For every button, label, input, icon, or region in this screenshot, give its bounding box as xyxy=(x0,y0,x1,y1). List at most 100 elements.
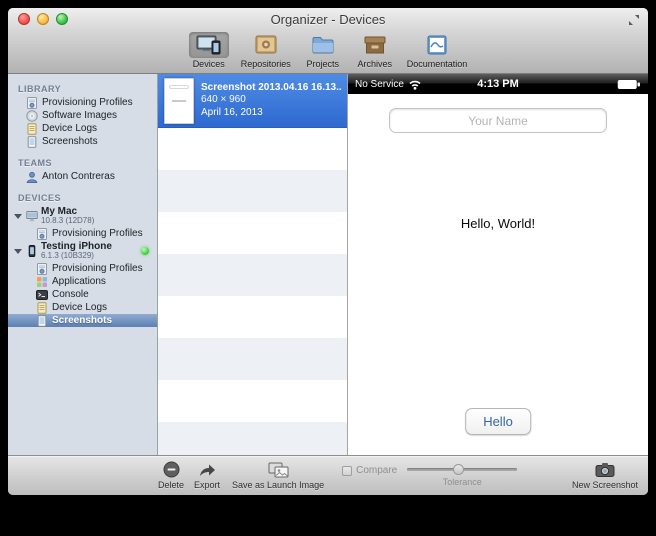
item-label: Software Images xyxy=(42,110,117,121)
minimize-button[interactable] xyxy=(37,13,49,25)
tolerance-label: Tolerance xyxy=(443,477,482,487)
sidebar-item-team-member[interactable]: Anton Contreras xyxy=(8,170,157,183)
toolbar-item-devices[interactable]: Devices xyxy=(184,32,234,69)
toolbar-item-documentation[interactable]: Documentation xyxy=(402,32,473,69)
sidebar-device-testing-iphone[interactable]: Testing iPhone 6.1.3 (10B329) xyxy=(8,240,157,262)
content-area: LIBRARY Provisioning Profiles Software I… xyxy=(8,74,648,455)
save-as-launch-image-button[interactable]: Save as Launch Image xyxy=(232,461,324,490)
zoom-button[interactable] xyxy=(56,13,68,25)
screenshots-icon xyxy=(26,136,38,148)
provisioning-profile-icon xyxy=(36,228,48,240)
item-label: Device Logs xyxy=(52,302,107,313)
traffic-lights xyxy=(18,13,68,25)
sidebar-item-mac-provisioning-profiles[interactable]: Provisioning Profiles xyxy=(8,227,157,240)
launch-image-icon xyxy=(268,462,289,478)
person-icon xyxy=(26,171,38,183)
teams-section: TEAMS Anton Contreras xyxy=(8,156,157,183)
sidebar-item-iphone-applications[interactable]: Applications xyxy=(8,275,157,288)
textfield-placeholder: Your Name xyxy=(468,114,528,128)
toolbar-item-archives[interactable]: Archives xyxy=(350,32,400,69)
sidebar-item-software-images[interactable]: Software Images xyxy=(8,109,157,122)
export-button[interactable]: Export xyxy=(194,461,220,490)
provisioning-profile-icon xyxy=(36,263,48,275)
close-button[interactable] xyxy=(18,13,30,25)
documentation-icon xyxy=(425,35,449,55)
screenshot-dimensions: 640 × 960 xyxy=(201,94,341,107)
device-version: 6.1.3 (10B329) xyxy=(41,252,112,261)
section-header-library: LIBRARY xyxy=(8,82,157,96)
sidebar: LIBRARY Provisioning Profiles Software I… xyxy=(8,74,158,455)
camera-icon xyxy=(595,462,615,478)
item-label: Screenshots xyxy=(52,315,112,326)
delete-icon xyxy=(163,461,180,478)
tolerance-control: Tolerance xyxy=(407,464,517,487)
section-header-devices: DEVICES xyxy=(8,191,157,205)
screenshot-list: Screenshot 2013.04.16 16.13.... 640 × 96… xyxy=(158,74,348,455)
mac-icon xyxy=(26,210,38,222)
screenshot-thumbnail xyxy=(164,78,194,124)
sidebar-item-provisioning-profiles[interactable]: Provisioning Profiles xyxy=(8,96,157,109)
applications-icon xyxy=(36,276,48,288)
provisioning-profile-icon xyxy=(26,97,38,109)
compare-checkbox[interactable] xyxy=(342,466,352,476)
device-logs-icon xyxy=(36,302,48,314)
list-empty-rows xyxy=(158,128,347,455)
titlebar: Organizer - Devices xyxy=(8,8,648,30)
sidebar-item-iphone-device-logs[interactable]: Device Logs xyxy=(8,301,157,314)
screenshots-icon xyxy=(36,315,48,327)
new-screenshot-button[interactable]: New Screenshot xyxy=(572,461,638,490)
battery-icon xyxy=(617,79,641,90)
item-label: Applications xyxy=(52,276,106,287)
sidebar-device-my-mac[interactable]: My Mac 10.8.3 (12D78) xyxy=(8,205,157,227)
toolbar-label: Archives xyxy=(357,59,392,69)
toolbar-label: Documentation xyxy=(407,59,468,69)
section-header-teams: TEAMS xyxy=(8,156,157,170)
devices-icon xyxy=(196,35,222,55)
sidebar-item-iphone-screenshots[interactable]: Screenshots xyxy=(8,314,157,327)
window-title: Organizer - Devices xyxy=(271,12,386,27)
tolerance-slider[interactable] xyxy=(407,464,517,475)
toolbar-label: Projects xyxy=(306,59,339,69)
iphone-icon xyxy=(26,245,38,257)
sidebar-item-iphone-console[interactable]: Console xyxy=(8,288,157,301)
main-toolbar: Devices Repositories Projects Archives D… xyxy=(8,30,648,74)
screenshot-title: Screenshot 2013.04.16 16.13.... xyxy=(201,82,341,95)
device-online-status-dot xyxy=(141,247,149,255)
archives-icon xyxy=(363,35,387,55)
device-version: 10.8.3 (12D78) xyxy=(41,217,94,226)
disclosure-triangle-icon[interactable] xyxy=(14,249,22,254)
item-label: Provisioning Profiles xyxy=(52,228,143,239)
console-icon xyxy=(36,289,48,301)
item-label: Provisioning Profiles xyxy=(42,97,133,108)
toolbar-label: Repositories xyxy=(241,59,291,69)
preview-hello-button: Hello xyxy=(465,408,531,435)
delete-button[interactable]: Delete xyxy=(158,461,184,490)
sidebar-item-iphone-provisioning-profiles[interactable]: Provisioning Profiles xyxy=(8,262,157,275)
screenshot-list-item[interactable]: Screenshot 2013.04.16 16.13.... 640 × 96… xyxy=(158,74,347,128)
toolbar-item-repositories[interactable]: Repositories xyxy=(236,32,296,69)
disclosure-triangle-icon[interactable] xyxy=(14,214,22,219)
preview-greeting-text: Hello, World! xyxy=(348,216,648,231)
organizer-window: Organizer - Devices Devices Repositories… xyxy=(8,8,648,495)
toolbar-label: Devices xyxy=(193,59,225,69)
devices-section: DEVICES My Mac 10.8.3 (12D78) Provisioni… xyxy=(8,191,157,327)
item-label: Anton Contreras xyxy=(42,171,115,182)
sidebar-item-device-logs[interactable]: Device Logs xyxy=(8,122,157,135)
toolbar-item-projects[interactable]: Projects xyxy=(298,32,348,69)
fullscreen-icon[interactable] xyxy=(628,13,640,25)
screenshot-date: April 16, 2013 xyxy=(201,107,341,120)
iphone-status-bar: No Service 4:13 PM xyxy=(348,74,648,94)
item-label: Screenshots xyxy=(42,136,98,147)
export-arrow-icon xyxy=(198,462,217,478)
screenshot-preview-pane: No Service 4:13 PM Your Name Hello, Worl… xyxy=(348,74,648,455)
compare-label: Compare xyxy=(356,465,397,476)
device-logs-icon xyxy=(26,123,38,135)
sidebar-item-screenshots[interactable]: Screenshots xyxy=(8,135,157,148)
item-label: Console xyxy=(52,289,89,300)
compare-control: Compare xyxy=(342,465,397,476)
slider-knob[interactable] xyxy=(453,464,464,475)
bottom-toolbar: Delete Export Save as Launch Image Compa… xyxy=(8,455,648,495)
repositories-icon xyxy=(254,35,278,55)
projects-icon xyxy=(311,35,335,55)
item-label: Device Logs xyxy=(42,123,97,134)
